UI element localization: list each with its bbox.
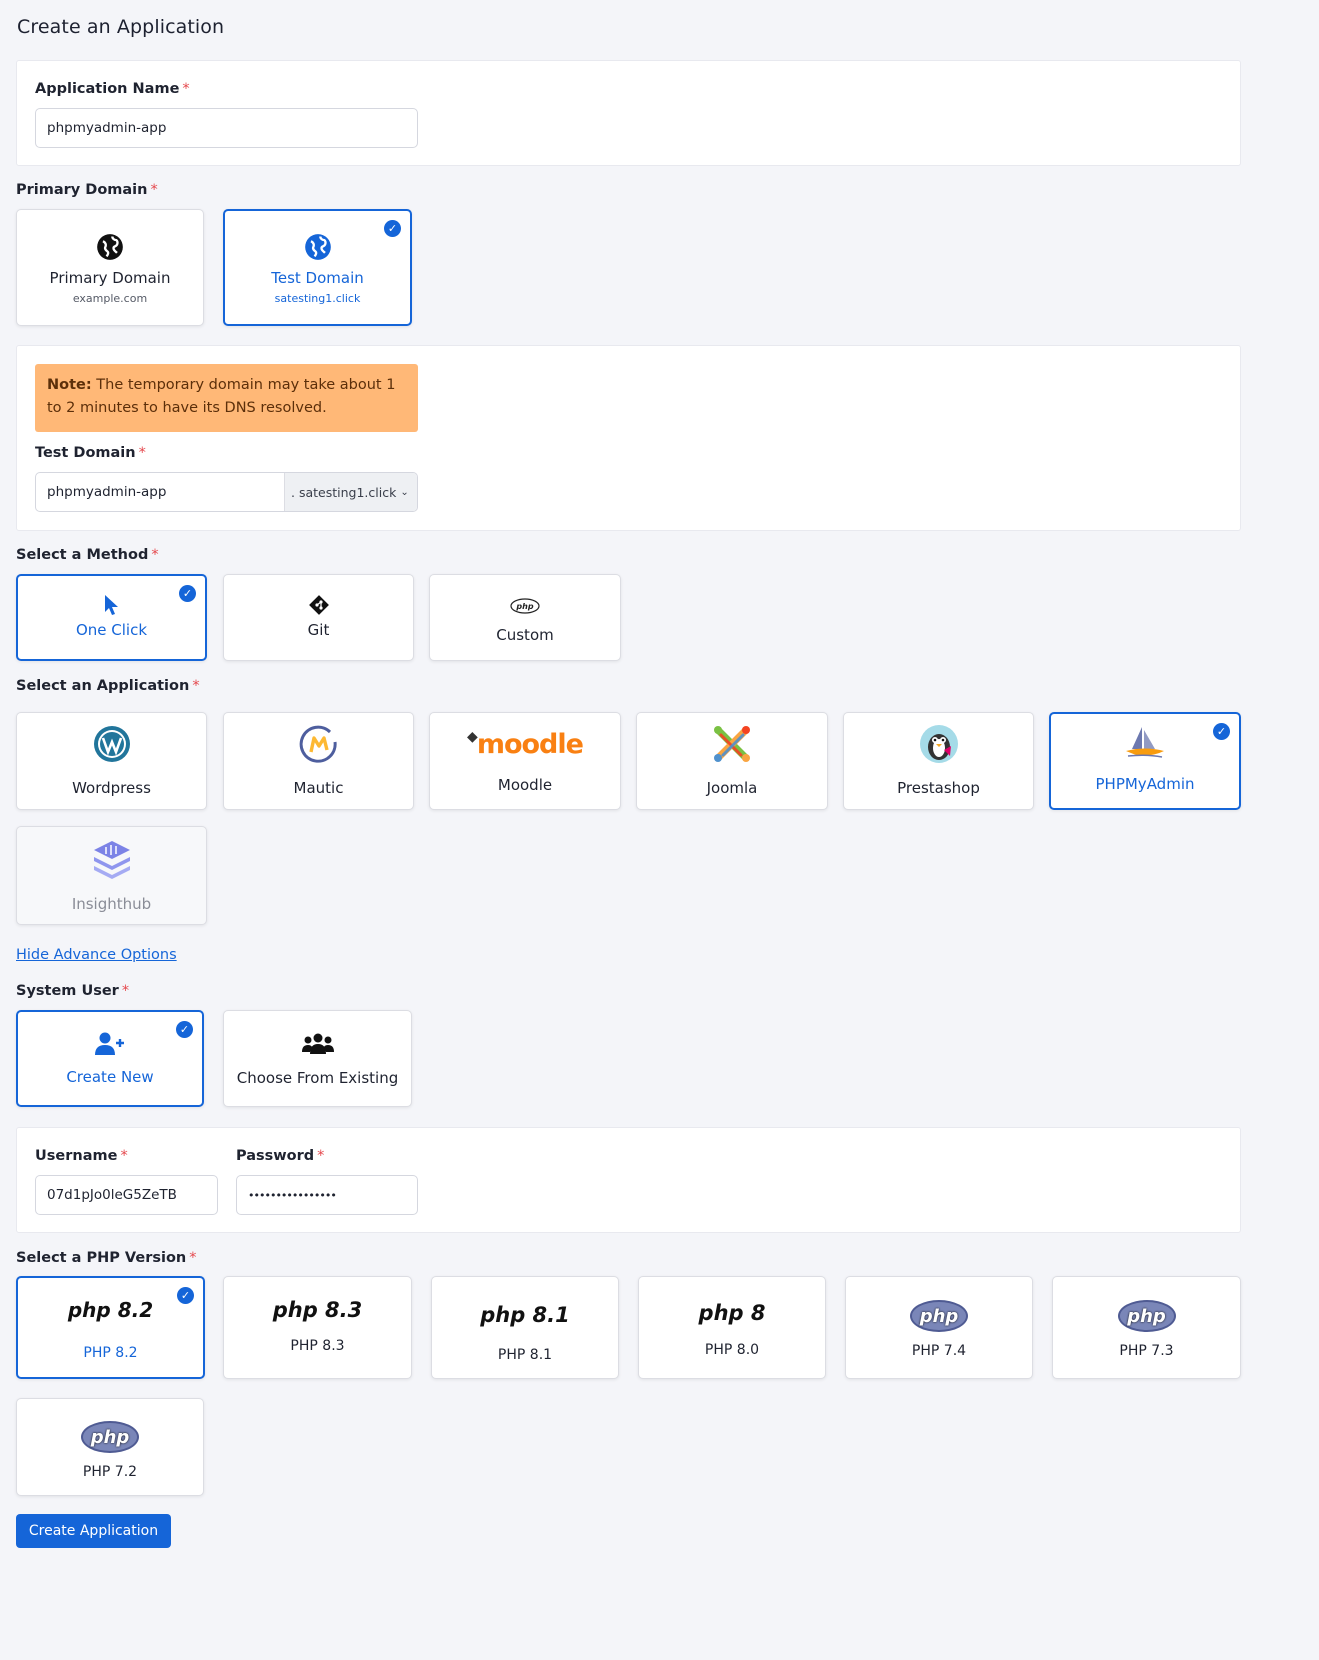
php-option-7-4[interactable]: php PHP 7.4: [845, 1276, 1033, 1379]
check-icon: ✓: [1213, 723, 1230, 740]
app-option-phpmyadmin[interactable]: ✓ PHPMyAdmin: [1049, 712, 1241, 810]
method-option-title: Git: [307, 621, 330, 639]
test-domain-field: phpmyadmin-app . satesting1.click ⌄: [35, 472, 418, 512]
moodle-icon: ◆moodle: [467, 729, 584, 760]
mautic-icon: [299, 725, 337, 763]
app-option-title: Moodle: [497, 776, 553, 794]
php-option-title: PHP 8.1: [497, 1347, 553, 1363]
moodle-logo-text: moodle: [476, 729, 584, 760]
php-option-8-2[interactable]: ✓ php 8.2 PHP 8.2: [16, 1276, 205, 1379]
users-icon: [301, 1033, 334, 1054]
php-option-title: PHP 8.0: [704, 1342, 760, 1358]
hide-advance-options-link[interactable]: Hide Advance Options: [16, 947, 177, 963]
git-icon: [308, 595, 329, 615]
php-8-1-icon: php 8.1: [480, 1303, 570, 1327]
create-application-button[interactable]: Create Application: [16, 1514, 171, 1548]
user-plus-icon: [95, 1032, 124, 1055]
php-8-3-icon: php 8.3: [272, 1298, 363, 1322]
domain-option-title: Primary Domain: [49, 269, 171, 287]
svg-text:php: php: [515, 602, 533, 611]
chevron-down-icon: ⌄: [400, 486, 409, 498]
domain-option-subtitle: satesting1.click: [274, 292, 361, 305]
test-domain-label: Test Domain *: [35, 445, 146, 461]
php-option-title: PHP 7.2: [82, 1464, 138, 1480]
app-option-prestashop[interactable]: Prestashop: [843, 712, 1034, 810]
app-option-title: PHPMyAdmin: [1095, 775, 1195, 793]
app-option-title: Prestashop: [897, 779, 980, 797]
primary-domain-label: Primary Domain *: [16, 182, 158, 198]
system-user-option-title: Choose From Existing: [236, 1069, 399, 1087]
domain-option-title: Test Domain: [271, 269, 364, 287]
app-option-mautic[interactable]: Mautic: [223, 712, 414, 810]
php-option-8-0[interactable]: php 8 PHP 8.0: [638, 1276, 826, 1379]
test-domain-input[interactable]: phpmyadmin-app: [36, 484, 284, 500]
credentials-panel: Username * 07d1pJo0leG5ZeTB Password * •••…: [16, 1127, 1241, 1233]
method-option-git[interactable]: Git: [223, 574, 414, 661]
method-option-custom[interactable]: php Custom: [429, 574, 621, 661]
app-option-moodle[interactable]: ◆moodle Moodle: [429, 712, 621, 810]
php-7-3-icon: php: [1117, 1300, 1176, 1332]
wordpress-icon: [93, 726, 130, 762]
app-name-label: Application Name *: [35, 81, 190, 97]
domain-option-test[interactable]: ✓ Test Domain satesting1.click: [223, 209, 412, 326]
app-name-panel: Application Name * phpmyadmin-app: [16, 60, 1241, 166]
app-option-title: Joomla: [706, 779, 758, 797]
php-option-7-2[interactable]: php PHP 7.2: [16, 1398, 204, 1496]
joomla-icon: [714, 726, 750, 762]
check-icon: ✓: [179, 585, 196, 602]
check-icon: ✓: [176, 1021, 193, 1038]
globe-icon: [304, 234, 331, 260]
application-label: Select an Application *: [16, 678, 200, 694]
note-bold: Note:: [47, 377, 92, 393]
domain-suffix-select[interactable]: . satesting1.click ⌄: [284, 473, 417, 511]
php-option-7-3[interactable]: php PHP 7.3: [1052, 1276, 1241, 1379]
username-label: Username *: [35, 1148, 128, 1164]
php-option-title: PHP 7.4: [911, 1343, 967, 1359]
app-option-title: Wordpress: [72, 779, 151, 797]
system-user-option-existing[interactable]: Choose From Existing: [223, 1010, 412, 1107]
php-8-0-icon: php 8: [698, 1301, 766, 1325]
php-option-title: PHP 8.2: [83, 1345, 138, 1361]
dns-note: Note: The temporary domain may take abou…: [35, 364, 418, 432]
method-option-title: Custom: [496, 626, 554, 644]
app-option-joomla[interactable]: Joomla: [636, 712, 828, 810]
test-domain-panel: Note: The temporary domain may take abou…: [16, 345, 1241, 531]
system-user-label: System User *: [16, 983, 130, 999]
method-option-one-click[interactable]: ✓ One Click: [16, 574, 207, 661]
domain-suffix-value: . satesting1.click: [291, 484, 397, 500]
prestashop-icon: [919, 725, 958, 763]
globe-icon: [97, 234, 123, 260]
php-version-label: Select a PHP Version *: [16, 1250, 197, 1266]
method-option-title: One Click: [75, 621, 148, 639]
app-option-title: Mautic: [293, 779, 344, 797]
php-option-title: PHP 7.3: [1119, 1343, 1174, 1359]
username-input[interactable]: 07d1pJo0leG5ZeTB: [35, 1175, 218, 1215]
php-7-4-icon: php: [910, 1300, 968, 1332]
php-option-8-3[interactable]: php 8.3 PHP 8.3: [223, 1276, 412, 1379]
check-icon: ✓: [177, 1287, 194, 1304]
domain-option-primary[interactable]: Primary Domain example.com: [16, 209, 204, 326]
app-option-wordpress[interactable]: Wordpress: [16, 712, 207, 810]
app-option-insighthub[interactable]: Insighthub: [16, 826, 207, 925]
php-8-2-icon: php 8.2: [67, 1298, 154, 1322]
php-icon: php: [510, 598, 540, 614]
password-label: Password *: [236, 1148, 325, 1164]
app-name-input[interactable]: phpmyadmin-app: [35, 108, 418, 148]
method-label: Select a Method *: [16, 547, 159, 563]
php-7-2-icon: php: [81, 1421, 139, 1453]
check-icon: ✓: [384, 220, 401, 237]
phpmyadmin-icon: [1126, 727, 1164, 758]
system-user-option-title: Create New: [66, 1068, 154, 1086]
note-text: The temporary domain may take about 1 to…: [47, 377, 396, 416]
php-option-8-1[interactable]: php 8.1 PHP 8.1: [431, 1276, 619, 1379]
domain-option-subtitle: example.com: [72, 292, 148, 305]
php-option-title: PHP 8.3: [290, 1338, 345, 1354]
cursor-icon: [104, 595, 118, 615]
app-option-title: Insighthub: [71, 895, 152, 913]
password-input[interactable]: ••••••••••••••••: [236, 1175, 418, 1215]
system-user-option-create[interactable]: ✓ Create New: [16, 1010, 204, 1107]
graduation-cap-icon: ◆: [467, 729, 478, 745]
insighthub-icon: [93, 841, 130, 879]
page-title: Create an Application: [17, 16, 225, 38]
